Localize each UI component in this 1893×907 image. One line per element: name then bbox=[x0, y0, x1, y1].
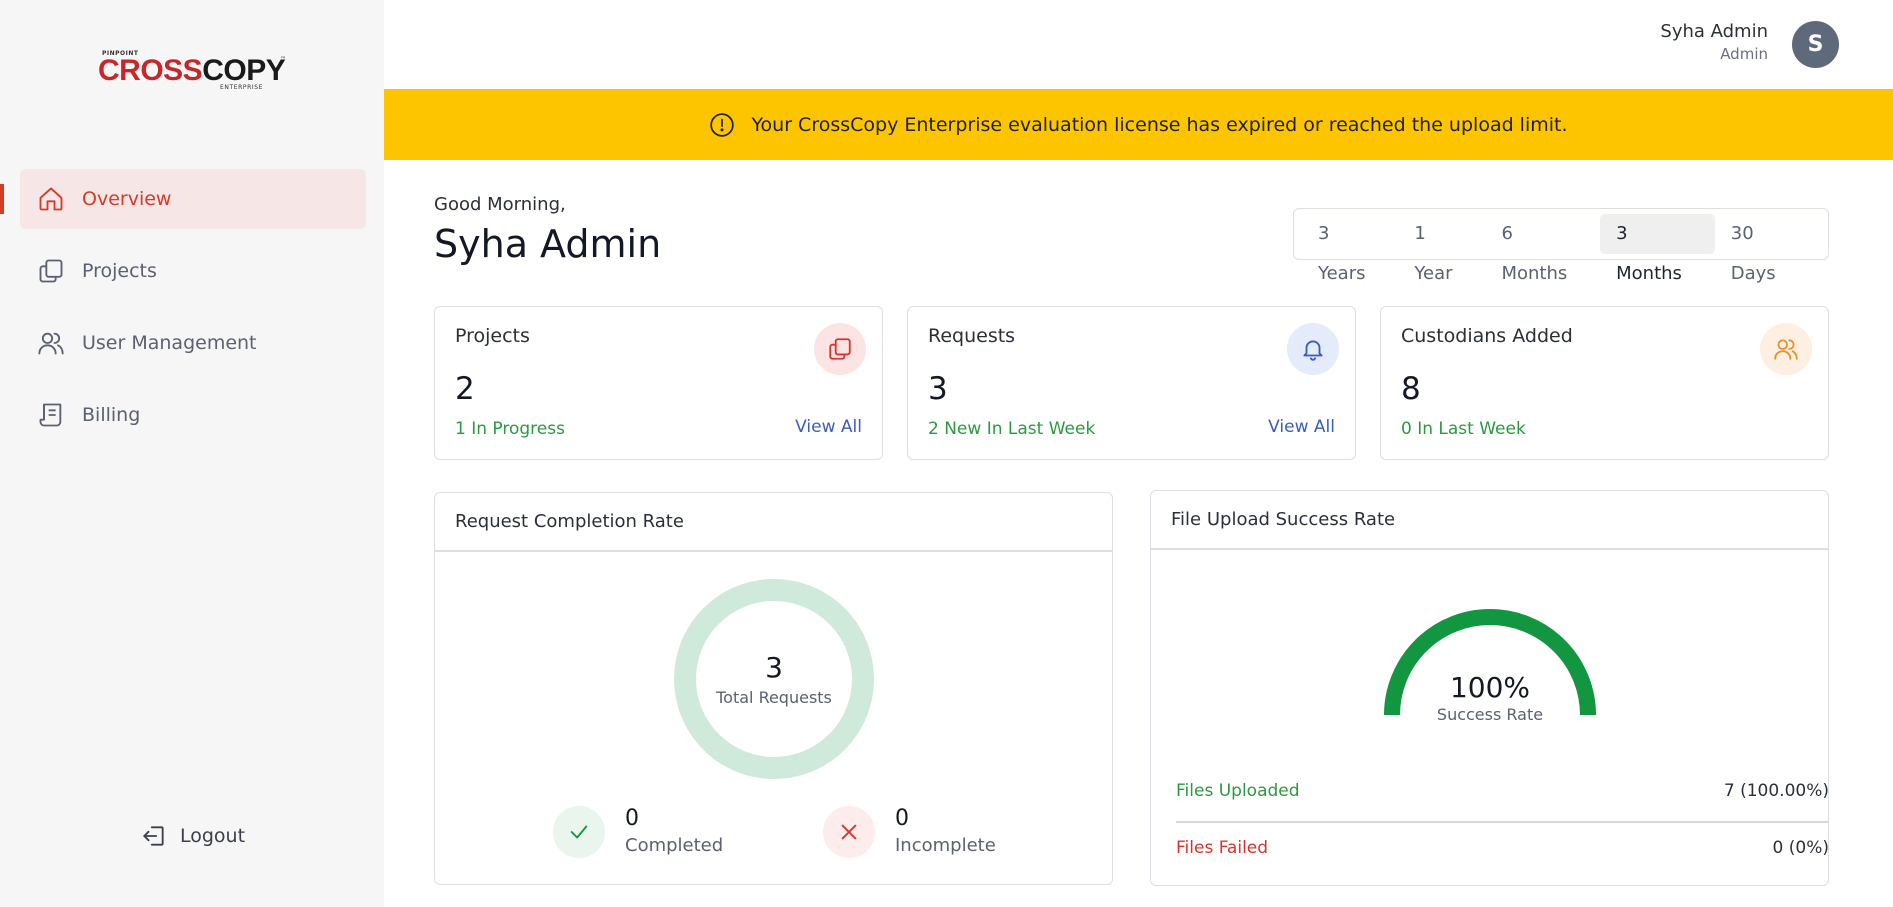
requests-card: Requests 3 2 New In Last Week View All bbox=[907, 306, 1356, 460]
logout-label: Logout bbox=[180, 825, 246, 847]
custodians-card: Custodians Added 8 0 In Last Week bbox=[1380, 306, 1829, 460]
time-range-selector: 3 Years 1 Year 6 Months 3 Months 30 Days bbox=[1293, 208, 1829, 284]
divider bbox=[1176, 821, 1829, 823]
crosscopy-logo[interactable]: PINPOINT CROSSCOPY ™ ENTERPRISE bbox=[98, 50, 286, 92]
card-value: 2 bbox=[455, 371, 475, 407]
total-requests-label: Total Requests bbox=[716, 688, 832, 707]
sidebar-item-label: Overview bbox=[82, 188, 172, 210]
sidebar-item-user-management[interactable]: User Management bbox=[20, 313, 366, 373]
donut-center: 3 Total Requests bbox=[673, 578, 875, 780]
incomplete-stat: 0 Incomplete bbox=[823, 805, 996, 859]
sidebar-item-billing[interactable]: Billing bbox=[20, 385, 366, 445]
alert-circle-icon bbox=[709, 112, 735, 138]
completed-label: Completed bbox=[625, 835, 724, 856]
files-uploaded-row: Files Uploaded 7 (100.00%) bbox=[1176, 781, 1829, 801]
view-all-projects-link[interactable]: View All bbox=[795, 417, 862, 437]
files-failed-label: Files Failed bbox=[1176, 838, 1269, 858]
users-icon bbox=[36, 328, 66, 358]
active-indicator bbox=[0, 184, 4, 214]
view-all-requests-link[interactable]: View All bbox=[1268, 417, 1335, 437]
sidebar-nav: Overview Projects User Management Billin… bbox=[20, 169, 366, 457]
users-icon bbox=[1760, 323, 1812, 375]
greeting: Good Morning, bbox=[434, 194, 566, 215]
home-icon bbox=[36, 184, 66, 214]
card-title: Custodians Added bbox=[1401, 325, 1573, 347]
sidebar-item-label: User Management bbox=[82, 332, 257, 354]
range-1-year[interactable]: 1 Year bbox=[1398, 214, 1485, 284]
panel-title: Request Completion Rate bbox=[435, 493, 1112, 552]
total-requests-value: 3 bbox=[765, 651, 783, 684]
files-failed-value: 0 (0%) bbox=[1772, 838, 1829, 858]
billing-icon bbox=[36, 400, 66, 430]
card-subtext: 2 New In Last Week bbox=[928, 419, 1096, 439]
files-uploaded-label: Files Uploaded bbox=[1176, 781, 1300, 801]
completed-stat: 0 Completed bbox=[553, 805, 723, 859]
sidebar-item-projects[interactable]: Projects bbox=[20, 241, 366, 301]
card-title: Projects bbox=[455, 325, 530, 347]
request-completion-panel: Request Completion Rate 3 Total Requests… bbox=[434, 492, 1113, 885]
file-upload-panel: File Upload Success Rate 100% Success Ra… bbox=[1150, 490, 1829, 886]
projects-card: Projects 2 1 In Progress View All bbox=[434, 306, 883, 460]
bell-icon bbox=[1287, 323, 1339, 375]
card-value: 8 bbox=[1401, 371, 1421, 407]
range-6-months[interactable]: 6 Months bbox=[1485, 214, 1600, 284]
completed-value: 0 bbox=[625, 806, 639, 831]
license-warning-banner: Your CrossCopy Enterprise evaluation lic… bbox=[384, 89, 1893, 160]
logo-edition-text: ENTERPRISE bbox=[220, 84, 264, 91]
banner-message: Your CrossCopy Enterprise evaluation lic… bbox=[751, 113, 1568, 136]
logo-tm: ™ bbox=[280, 56, 286, 63]
projects-icon bbox=[814, 323, 866, 375]
user-info[interactable]: Syha Admin Admin bbox=[1660, 20, 1768, 64]
avatar[interactable]: S bbox=[1792, 21, 1839, 68]
card-value: 3 bbox=[928, 371, 948, 407]
files-failed-row: Files Failed 0 (0%) bbox=[1176, 838, 1829, 858]
success-rate-value: 100% bbox=[1449, 671, 1531, 704]
success-rate-label: Success Rate bbox=[1436, 705, 1544, 724]
sidebar: PINPOINT CROSSCOPY ™ ENTERPRISE Overview… bbox=[0, 0, 384, 907]
close-icon bbox=[823, 806, 875, 858]
gauge-center: 100% Success Rate bbox=[1376, 671, 1604, 724]
incomplete-label: Incomplete bbox=[895, 835, 996, 856]
page-title: Syha Admin bbox=[434, 222, 662, 266]
card-title: Requests bbox=[928, 325, 1016, 347]
check-icon bbox=[553, 806, 605, 858]
range-3-months[interactable]: 3 Months bbox=[1600, 214, 1715, 284]
sidebar-item-overview[interactable]: Overview bbox=[20, 169, 366, 229]
logout-button[interactable]: Logout bbox=[140, 822, 245, 850]
user-role: Admin bbox=[1720, 45, 1768, 63]
logo-wordmark: CROSSCOPY bbox=[98, 54, 286, 87]
logout-icon bbox=[140, 822, 168, 850]
panel-title: File Upload Success Rate bbox=[1151, 491, 1828, 550]
files-uploaded-value: 7 (100.00%) bbox=[1723, 781, 1829, 801]
card-subtext: 1 In Progress bbox=[455, 419, 565, 439]
range-30-days[interactable]: 30 Days bbox=[1715, 214, 1820, 284]
card-subtext: 0 In Last Week bbox=[1401, 419, 1526, 439]
sidebar-item-label: Billing bbox=[82, 404, 141, 426]
projects-icon bbox=[36, 256, 66, 286]
incomplete-value: 0 bbox=[895, 806, 909, 831]
range-3-years[interactable]: 3 Years bbox=[1302, 214, 1398, 284]
user-name: Syha Admin bbox=[1660, 21, 1768, 42]
sidebar-item-label: Projects bbox=[82, 260, 157, 282]
